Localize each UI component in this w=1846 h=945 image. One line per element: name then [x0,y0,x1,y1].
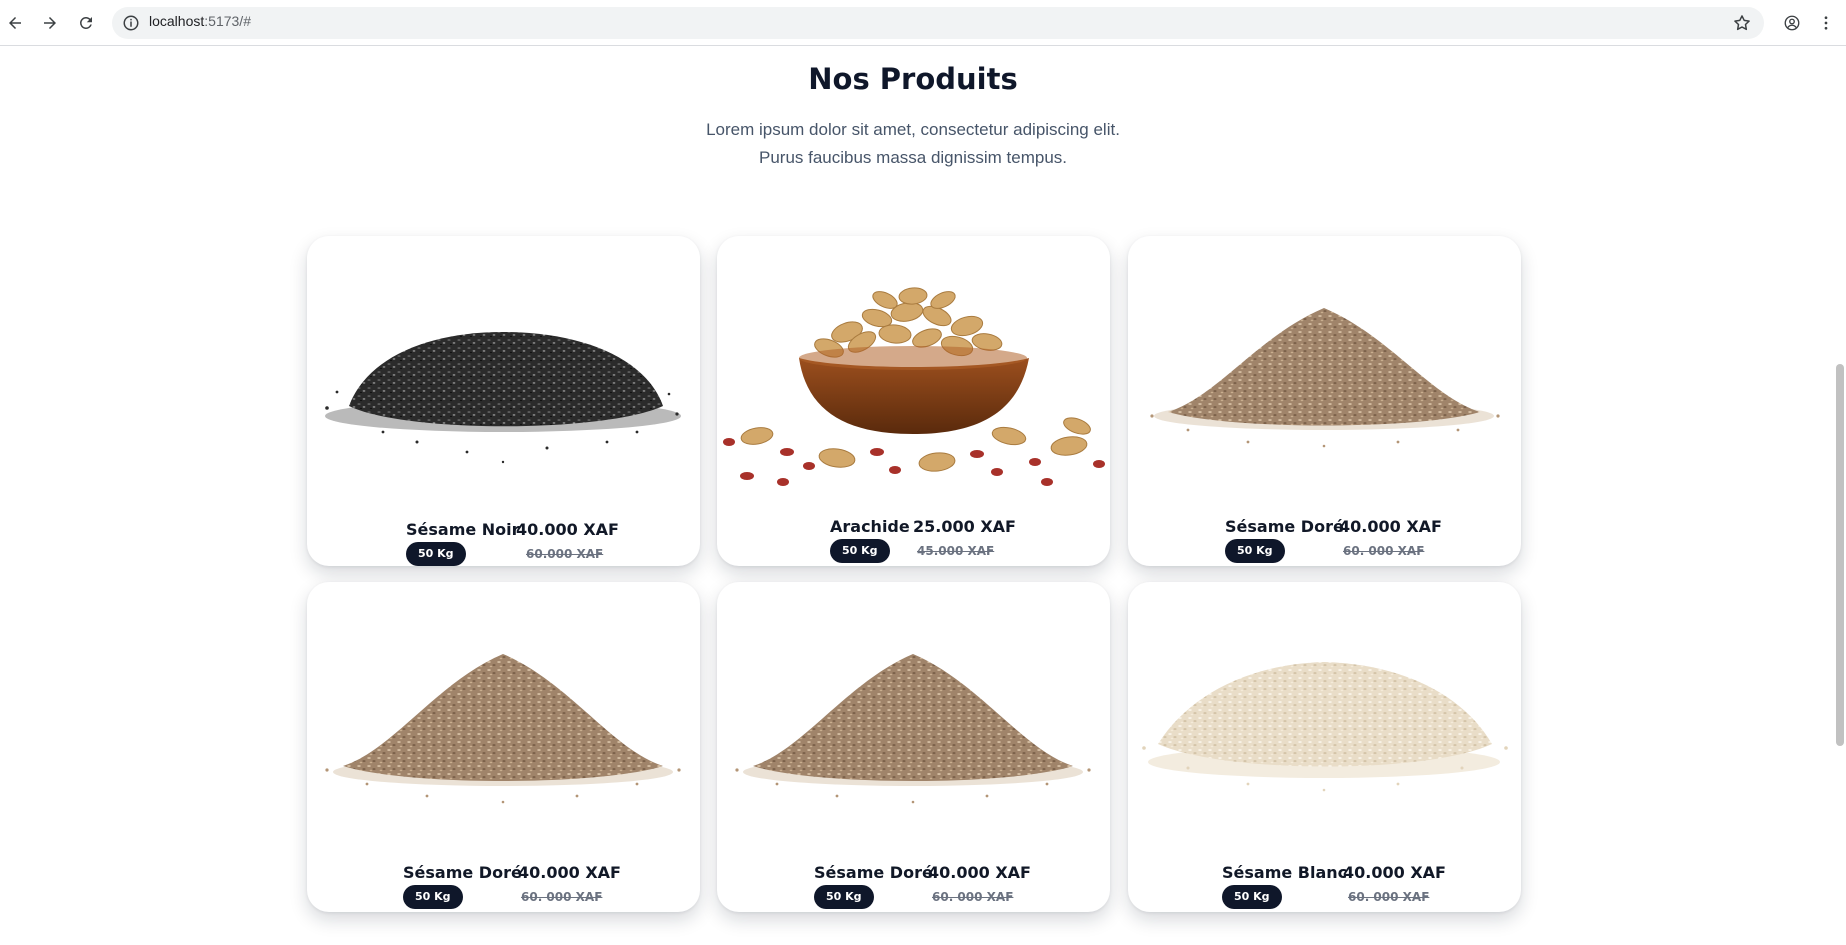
menu-button[interactable] [1813,10,1839,36]
old-price: 60. 000 XAF [1348,890,1430,904]
product-price: 40.000 XAF [1343,863,1446,882]
reload-button[interactable] [73,10,99,36]
product-card[interactable]: Arachide 25.000 XAF 50 Kg 45.000 XAF [717,236,1110,566]
product-name: Arachide [830,517,910,536]
old-price: 60. 000 XAF [932,890,1014,904]
old-price: 60. 000 XAF [1343,544,1425,558]
weight-badge: 50 Kg [406,542,466,566]
old-price: 45.000 XAF [917,544,995,558]
forward-arrow-icon [44,17,56,29]
section-description: Lorem ipsum dolor sit amet, consectetur … [706,120,1120,167]
old-price: 60. 000 XAF [521,890,603,904]
url-host: localhost [149,13,205,29]
golden-sesame-pile-image [1150,308,1500,448]
product-name: Sésame Doré [403,863,522,882]
product-name: Sésame Noir [406,520,520,539]
product-card[interactable]: Sésame Blanc 40.000 XAF 50 Kg 60. 000 XA… [1128,582,1521,912]
product-price: 40.000 XAF [928,863,1031,882]
section-title: Nos Produits [808,62,1018,96]
product-name: Sésame Blanc [1222,863,1348,882]
product-card[interactable]: Sésame Doré 40.000 XAF 50 Kg 60. 000 XAF [307,582,700,912]
profile-icon [1784,15,1800,31]
weight-badge: 50 Kg [830,539,890,563]
product-name: Sésame Doré [1225,517,1344,536]
reload-icon [80,16,92,29]
address-bar[interactable]: localhost:5173/# [112,7,1764,39]
product-price: 40.000 XAF [1339,517,1442,536]
forward-button[interactable] [37,10,63,36]
black-sesame-pile-image [325,332,681,464]
product-card[interactable]: Sésame Noir 40.000 XAF 50 Kg 60.000 XAF [307,236,700,566]
weight-badge: 50 Kg [814,885,874,909]
weight-badge: 50 Kg [1222,885,1282,909]
peanuts-bowl-image [723,287,1105,486]
product-card[interactable]: Sésame Doré 40.000 XAF 50 Kg 60. 000 XAF [1128,236,1521,566]
site-info-icon[interactable] [122,14,140,32]
product-name: Sésame Doré [814,863,933,882]
url-text[interactable]: localhost:5173/# [149,13,251,29]
product-price: 25.000 XAF [913,517,1016,536]
back-arrow-icon [9,17,21,29]
product-card[interactable]: Sésame Doré 40.000 XAF 50 Kg 60. 000 XAF [717,582,1110,912]
kebab-menu-icon [1824,16,1828,30]
bookmark-star-icon[interactable] [1732,13,1752,33]
scrollbar-thumb[interactable] [1836,364,1844,746]
product-price: 40.000 XAF [518,863,621,882]
weight-badge: 50 Kg [1225,539,1285,563]
profile-button[interactable] [1779,10,1805,36]
golden-sesame-pile-image [735,654,1091,804]
old-price: 60.000 XAF [526,547,604,561]
back-button[interactable] [2,10,28,36]
product-price: 40.000 XAF [516,520,619,539]
url-path: :5173/# [204,13,251,29]
browser-toolbar: localhost:5173/# [0,0,1846,46]
weight-badge: 50 Kg [403,885,463,909]
white-sesame-pile-image [1142,662,1508,792]
golden-sesame-pile-image [325,654,681,804]
